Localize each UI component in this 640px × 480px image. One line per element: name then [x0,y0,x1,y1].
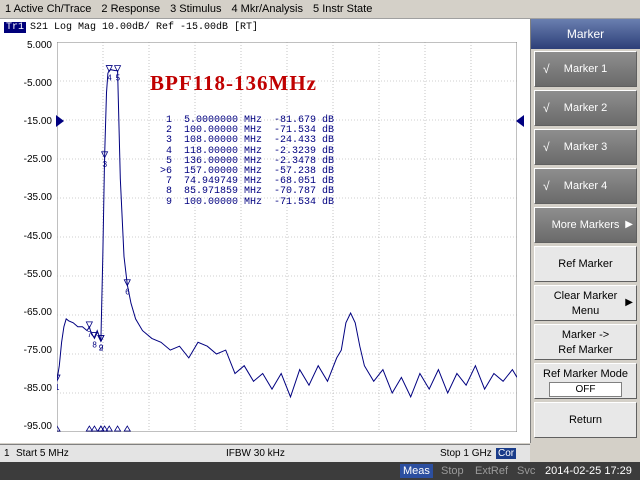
menu-active-ch-trace[interactable]: 1 Active Ch/Trace [0,3,96,15]
ref-marker-mode-button[interactable]: Ref Marker Mode OFF [534,363,637,399]
clear-marker-menu-button[interactable]: Clear Marker Menu ▶ [534,285,637,321]
marker-to-ref-marker-button[interactable]: Marker -> Ref Marker [534,324,637,360]
channel-number: 1 [4,448,10,459]
marker-3-button[interactable]: √ Marker 3 [534,129,637,165]
trace-header: Tr1 S21 Log Mag 10.00dB/ Ref -15.00dB [RT… [4,22,258,33]
stop-frequency[interactable]: Stop 1 GHz [440,448,492,459]
marker-label: 3 [103,160,108,169]
marker-table: 1 5.0000000 MHz -81.679 dB 2 100.00000 M… [160,115,335,208]
menu-response[interactable]: 2 Response [96,3,165,15]
y-label: -25.00 [23,154,52,165]
button-label: Menu [571,305,600,317]
softkey-header: Marker [531,19,640,49]
marker-label: 4 [107,74,112,83]
submenu-arrow-icon: ▶ [625,219,633,230]
marker-label: 9 [99,343,104,352]
more-markers-button[interactable]: More Markers ▶ [534,207,637,243]
plot-area[interactable]: Tr1 S21 Log Mag 10.00dB/ Ref -15.00dB [RT… [0,19,531,443]
y-label: -85.00 [23,383,52,394]
button-label: Ref Marker [558,344,613,356]
marker-4-button[interactable]: √ Marker 4 [534,168,637,204]
button-label: Marker 4 [563,180,608,192]
button-label: Ref Marker [558,258,613,270]
menu-stimulus[interactable]: 3 Stimulus [165,3,226,15]
submenu-arrow-icon: ▶ [625,297,633,308]
menu-mkr-analysis[interactable]: 4 Mkr/Analysis [226,3,308,15]
button-label: Ref Marker Mode [543,368,628,380]
ref-level-right-arrow-icon [516,115,524,127]
ref-level-left-arrow-icon [56,115,64,127]
status-extref: ExtRef [475,465,509,477]
marker-table-row: 9 100.00000 MHz -71.534 dB [160,196,335,208]
button-label: Marker -> [561,329,610,341]
y-label: -55.00 [23,269,52,280]
y-label: -35.00 [23,192,52,203]
button-label: Return [568,414,603,426]
trace-badge[interactable]: Tr1 [4,22,27,33]
ref-marker-mode-value: OFF [549,382,622,397]
trace-settings: S21 Log Mag 10.00dB/ Ref -15.00dB [RT] [30,22,259,33]
ref-marker-button[interactable]: Ref Marker [534,246,637,282]
button-label: Marker 1 [563,63,608,75]
y-label: -45.00 [23,231,52,242]
button-label: Marker 2 [563,102,608,114]
ifbw[interactable]: IFBW 30 kHz [226,448,285,459]
channel-status-bar: 1 Start 5 MHz IFBW 30 kHz Stop 1 GHz Cor [0,444,530,462]
button-label: More Markers [551,219,620,231]
y-label: -15.00 [23,116,52,127]
correction-badge: Cor [496,448,517,459]
start-frequency[interactable]: Start 5 MHz [16,448,69,459]
status-datetime: 2014-02-25 17:29 [545,465,632,477]
y-label: -65.00 [23,307,52,318]
status-stop: Stop [441,465,464,477]
plot-title: BPF118-136MHz [150,71,317,95]
status-bar: Meas Stop ExtRef Svc 2014-02-25 17:29 [0,462,640,480]
marker-label: 8 [92,341,97,350]
marker-1-button[interactable]: √ Marker 1 [534,51,637,87]
marker-label: 5 [116,74,121,83]
marker-label: 6 [125,288,130,297]
y-label: -95.00 [23,421,52,432]
marker-2-button[interactable]: √ Marker 2 [534,90,637,126]
marker-label: 7 [87,330,92,339]
y-label: -5.000 [23,78,52,89]
button-label: Marker 3 [563,141,608,153]
return-button[interactable]: Return [534,402,637,438]
y-label: 5.000 [26,40,52,51]
softkey-panel: Marker √ Marker 1 √ Marker 2 √ Marker 3 … [531,19,640,462]
menu-bar: 1 Active Ch/Trace 2 Response 3 Stimulus … [0,0,640,19]
trace-plot[interactable]: 1234 5678 9 [57,42,517,432]
status-meas: Meas [400,464,433,478]
y-label: -75.00 [23,345,52,356]
menu-instr-state[interactable]: 5 Instr State [308,3,377,15]
button-label: Clear Marker [553,290,618,302]
status-svc: Svc [517,465,536,477]
